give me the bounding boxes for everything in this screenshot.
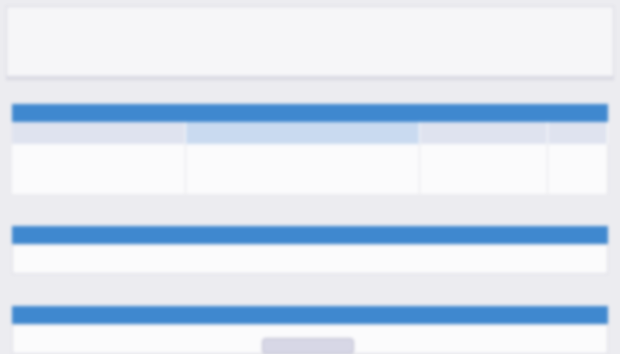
section-1-grid-header xyxy=(12,122,608,144)
section-2 xyxy=(12,226,608,274)
table-row xyxy=(12,144,608,194)
section-3-title xyxy=(12,306,608,324)
section-1 xyxy=(12,104,608,194)
table-cell xyxy=(420,144,548,194)
column-header xyxy=(12,122,186,144)
column-header xyxy=(548,122,608,144)
column-header xyxy=(186,122,420,144)
section-1-title xyxy=(12,104,608,122)
summary-bar xyxy=(6,6,614,80)
column-header xyxy=(420,122,548,144)
divider xyxy=(6,76,614,79)
section-3-button[interactable] xyxy=(262,338,354,354)
section-2-body xyxy=(12,244,608,274)
table-cell xyxy=(548,144,608,194)
table-cell xyxy=(12,144,186,194)
section-2-title xyxy=(12,226,608,244)
table-cell xyxy=(186,144,420,194)
